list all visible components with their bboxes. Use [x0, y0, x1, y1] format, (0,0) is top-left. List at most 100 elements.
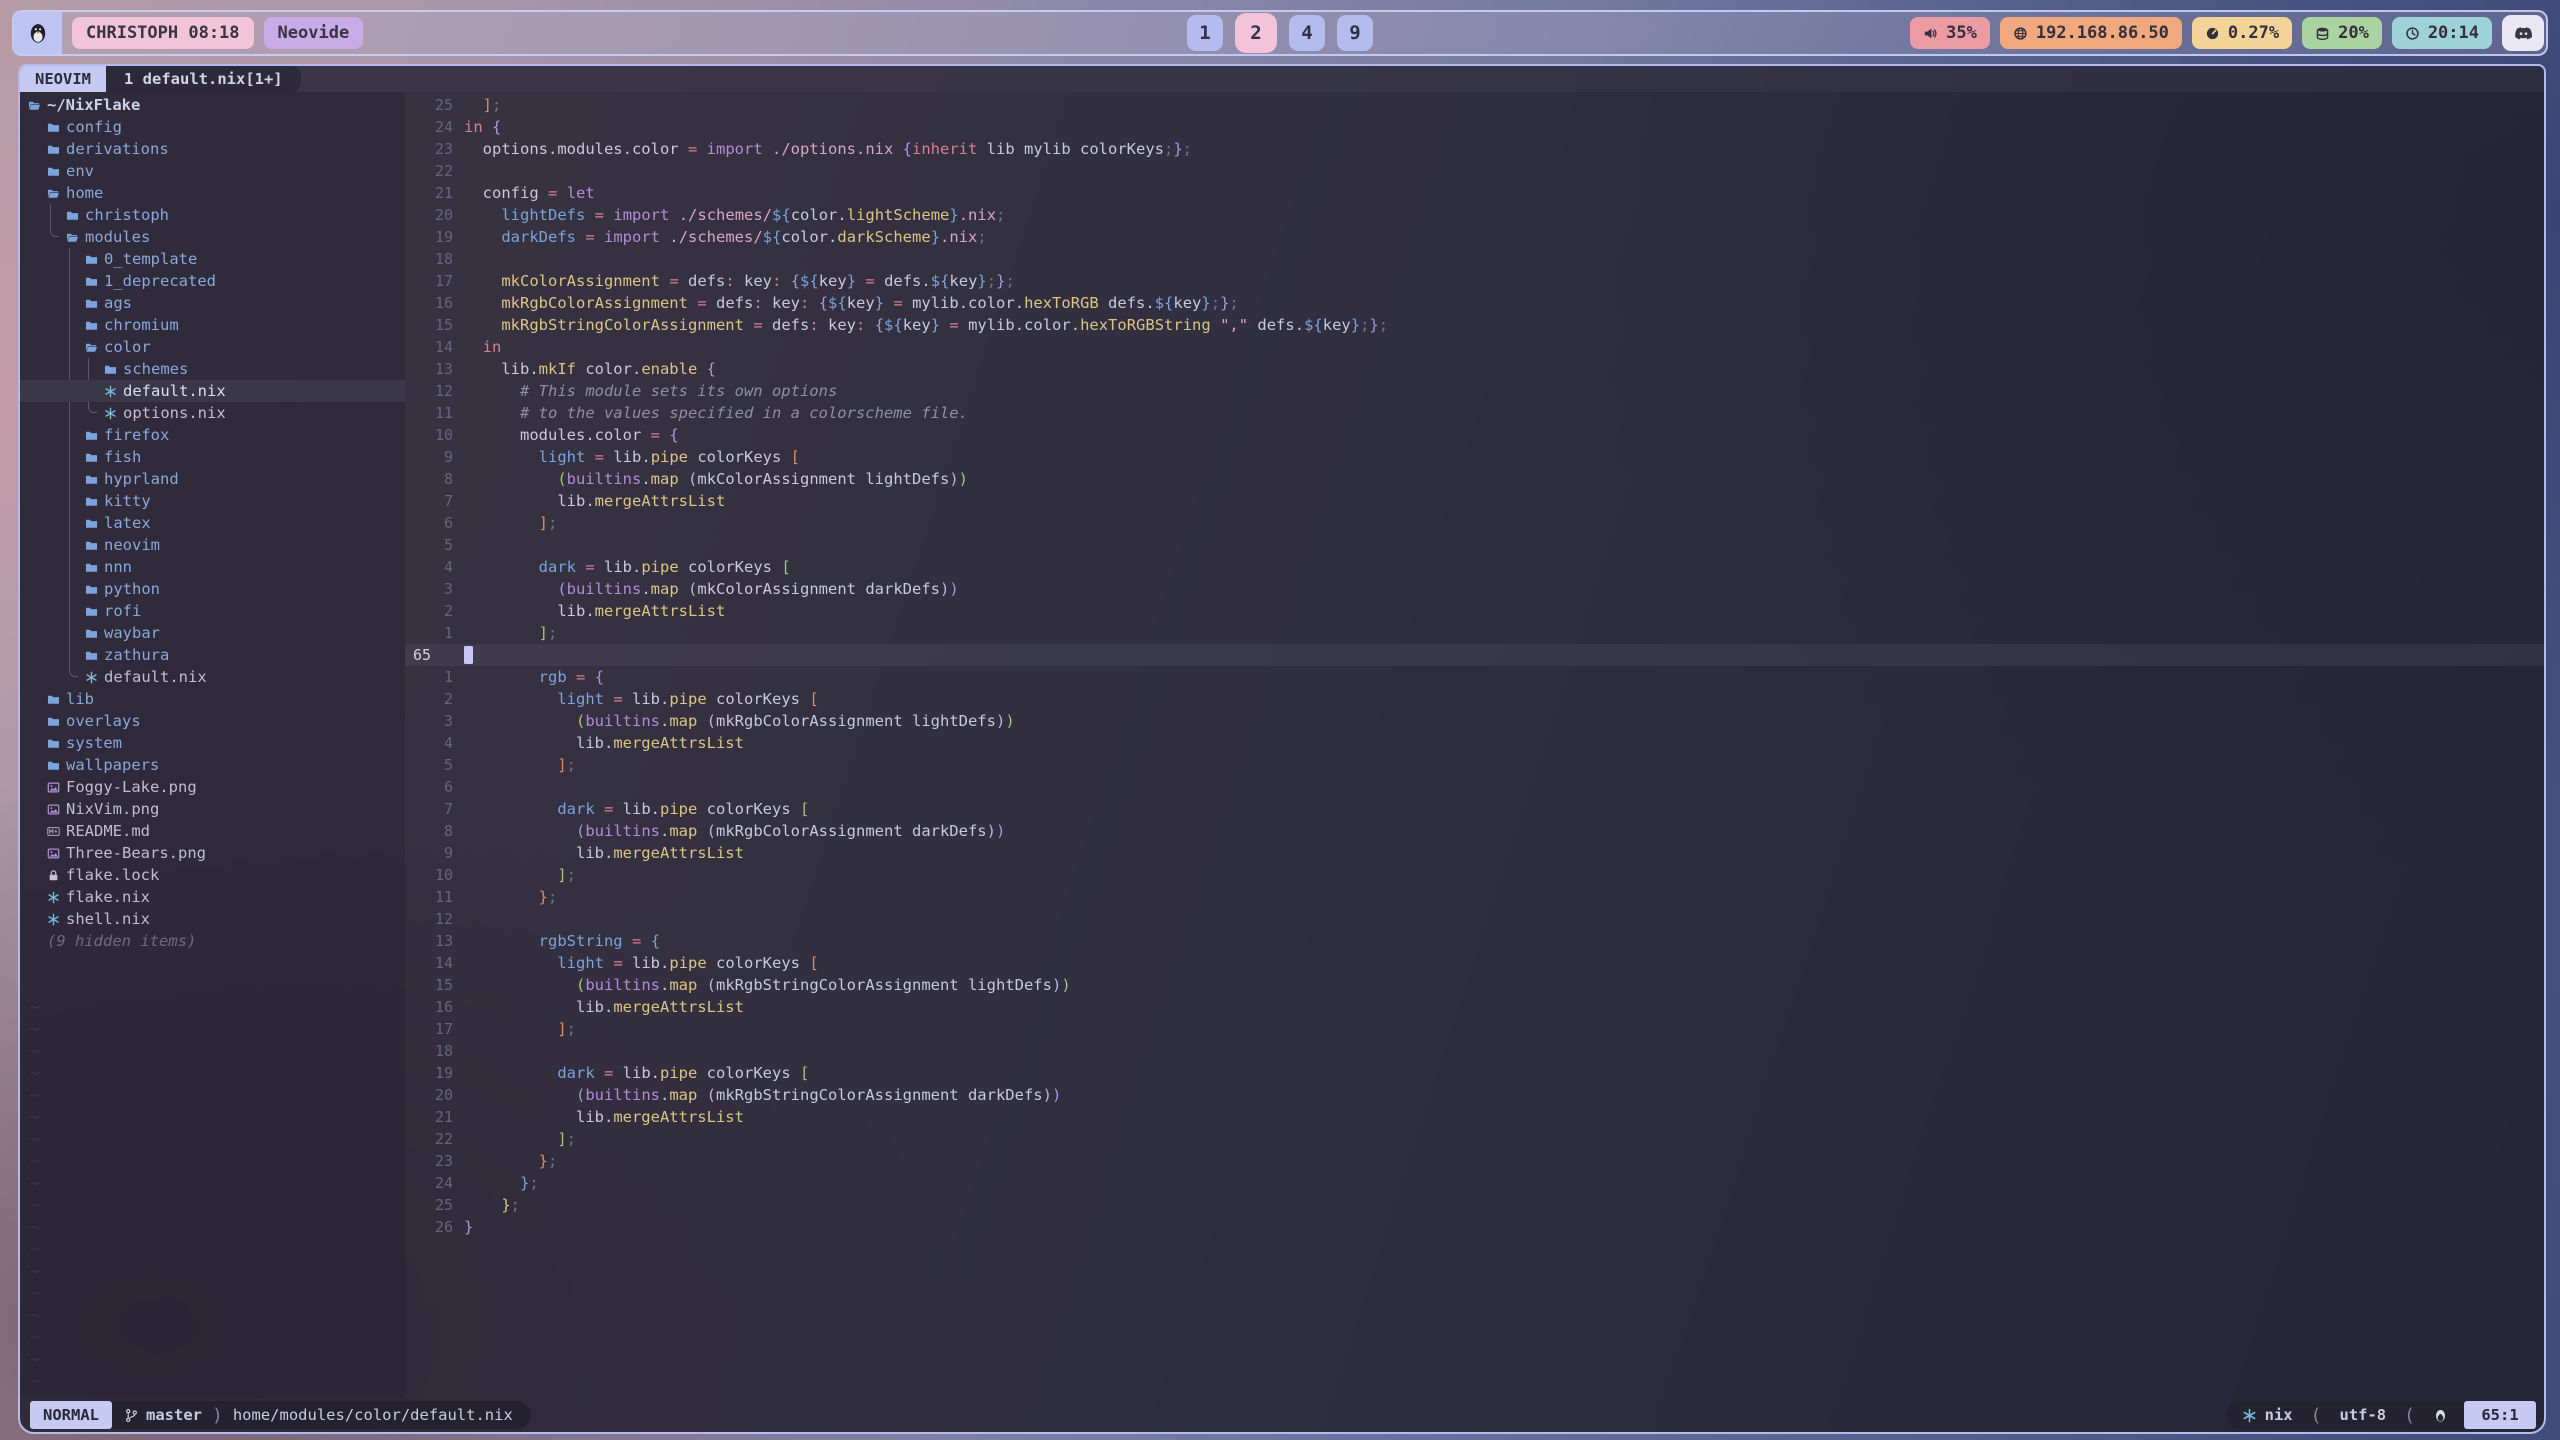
code-line[interactable]: 20 (builtins.map (mkRgbStringColorAssign…: [405, 1084, 2544, 1106]
code-line[interactable]: 3 (builtins.map (mkColorAssignment darkD…: [405, 578, 2544, 600]
code-line[interactable]: 15 (builtins.map (mkRgbStringColorAssign…: [405, 974, 2544, 996]
code-line[interactable]: 1 rgb = {: [405, 666, 2544, 688]
stat-network[interactable]: 192.168.86.50: [2000, 17, 2182, 49]
active-app-chip[interactable]: Neovide: [264, 17, 364, 49]
code-line[interactable]: 5 ];: [405, 754, 2544, 776]
tree-item-env[interactable]: env: [20, 160, 405, 182]
tree-item-lib[interactable]: lib: [20, 688, 405, 710]
tree-item-firefox[interactable]: firefox: [20, 424, 405, 446]
tree-item-0-template[interactable]: 0_template: [20, 248, 405, 270]
code-line[interactable]: 6: [405, 776, 2544, 798]
tree-item-wallpapers[interactable]: wallpapers: [20, 754, 405, 776]
code-line[interactable]: 2 lib.mergeAttrsList: [405, 600, 2544, 622]
code-line[interactable]: 17 ];: [405, 1018, 2544, 1040]
tree-item-derivations[interactable]: derivations: [20, 138, 405, 160]
tree-item-fish[interactable]: fish: [20, 446, 405, 468]
code-line[interactable]: 6 ];: [405, 512, 2544, 534]
code-line[interactable]: 4 dark = lib.pipe colorKeys [: [405, 556, 2544, 578]
code-line[interactable]: 17 mkColorAssignment = defs: key: {${key…: [405, 270, 2544, 292]
code-line[interactable]: 14 light = lib.pipe colorKeys [: [405, 952, 2544, 974]
tree-item-nixvim-png[interactable]: NixVim.png: [20, 798, 405, 820]
tree-item-flake-lock[interactable]: flake.lock: [20, 864, 405, 886]
code-line[interactable]: 14 in: [405, 336, 2544, 358]
tree-item-chromium[interactable]: chromium: [20, 314, 405, 336]
tree-item-neovim[interactable]: neovim: [20, 534, 405, 556]
code-line[interactable]: 26}: [405, 1216, 2544, 1238]
code-line[interactable]: 18: [405, 248, 2544, 270]
tree-item-9-hidden-items[interactable]: (9 hidden items): [20, 930, 405, 952]
discord-tray-chip[interactable]: [2502, 15, 2544, 51]
tree-item-hyprland[interactable]: hyprland: [20, 468, 405, 490]
code-line[interactable]: 10 ];: [405, 864, 2544, 886]
tree-item-latex[interactable]: latex: [20, 512, 405, 534]
workspace-9[interactable]: 9: [1337, 15, 1373, 51]
tree-item-config[interactable]: config: [20, 116, 405, 138]
os-logo-chip[interactable]: [14, 12, 62, 54]
workspace-4[interactable]: 4: [1289, 15, 1325, 51]
code-line[interactable]: 11 # to the values specified in a colors…: [405, 402, 2544, 424]
tree-item-kitty[interactable]: kitty: [20, 490, 405, 512]
git-branch[interactable]: master: [124, 1406, 202, 1424]
tree-item-schemes[interactable]: schemes: [20, 358, 405, 380]
code-line[interactable]: 9 light = lib.pipe colorKeys [: [405, 446, 2544, 468]
stat-disk[interactable]: 20%: [2302, 17, 2382, 49]
tree-item-1-deprecated[interactable]: 1_deprecated: [20, 270, 405, 292]
tree-item-options-nix[interactable]: options.nix: [20, 402, 405, 424]
code-line[interactable]: 12: [405, 908, 2544, 930]
code-line[interactable]: 7 dark = lib.pipe colorKeys [: [405, 798, 2544, 820]
code-line[interactable]: 13 lib.mkIf color.enable {: [405, 358, 2544, 380]
code-line[interactable]: 19 darkDefs = import ./schemes/${color.d…: [405, 226, 2544, 248]
code-line[interactable]: 11 };: [405, 886, 2544, 908]
code-line[interactable]: 16 mkRgbColorAssignment = defs: key: {${…: [405, 292, 2544, 314]
code-line[interactable]: 22: [405, 160, 2544, 182]
code-line[interactable]: 24in {: [405, 116, 2544, 138]
tree-item-nnn[interactable]: nnn: [20, 556, 405, 578]
code-line[interactable]: 10 modules.color = {: [405, 424, 2544, 446]
code-line[interactable]: 9 lib.mergeAttrsList: [405, 842, 2544, 864]
code-line[interactable]: 15 mkRgbStringColorAssignment = defs: ke…: [405, 314, 2544, 336]
code-line[interactable]: 3 (builtins.map (mkRgbColorAssignment li…: [405, 710, 2544, 732]
code-line[interactable]: 4 lib.mergeAttrsList: [405, 732, 2544, 754]
tab-default-nix[interactable]: 1 default.nix[1+]: [106, 66, 301, 92]
stat-cpu[interactable]: 0.27%: [2192, 17, 2292, 49]
tree-item-waybar[interactable]: waybar: [20, 622, 405, 644]
code-line[interactable]: 7 lib.mergeAttrsList: [405, 490, 2544, 512]
stat-clock[interactable]: 20:14: [2392, 17, 2492, 49]
tree-item-foggy-lake-png[interactable]: Foggy-Lake.png: [20, 776, 405, 798]
code-line[interactable]: 16 lib.mergeAttrsList: [405, 996, 2544, 1018]
tree-item-modules[interactable]: modules: [20, 226, 405, 248]
code-line[interactable]: 21 config = let: [405, 182, 2544, 204]
code-line[interactable]: 25 ];: [405, 94, 2544, 116]
code-line[interactable]: 13 rgbString = {: [405, 930, 2544, 952]
tree-item-default-nix[interactable]: default.nix: [20, 380, 405, 402]
code-line[interactable]: 18: [405, 1040, 2544, 1062]
tree-item-shell-nix[interactable]: shell.nix: [20, 908, 405, 930]
tree-item-christoph[interactable]: christoph: [20, 204, 405, 226]
code-line[interactable]: 5: [405, 534, 2544, 556]
tree-item-readme-md[interactable]: README.md: [20, 820, 405, 842]
tree-item-home[interactable]: home: [20, 182, 405, 204]
tree-item-color[interactable]: color: [20, 336, 405, 358]
code-line[interactable]: 12 # This module sets its own options: [405, 380, 2544, 402]
workspace-1[interactable]: 1: [1187, 15, 1223, 51]
tree-item-ags[interactable]: ags: [20, 292, 405, 314]
tree-item-rofi[interactable]: rofi: [20, 600, 405, 622]
tree-item-default-nix[interactable]: default.nix: [20, 666, 405, 688]
tree-item-overlays[interactable]: overlays: [20, 710, 405, 732]
code-line[interactable]: 65: [405, 644, 2544, 666]
code-line[interactable]: 20 lightDefs = import ./schemes/${color.…: [405, 204, 2544, 226]
tree-item-three-bears-png[interactable]: Three-Bears.png: [20, 842, 405, 864]
code-line[interactable]: 22 ];: [405, 1128, 2544, 1150]
code-line[interactable]: 24 };: [405, 1172, 2544, 1194]
code-line[interactable]: 23 };: [405, 1150, 2544, 1172]
tree-item-flake-nix[interactable]: flake.nix: [20, 886, 405, 908]
code-line[interactable]: 25 };: [405, 1194, 2544, 1216]
tree-item-python[interactable]: python: [20, 578, 405, 600]
code-line[interactable]: 23 options.modules.color = import ./opti…: [405, 138, 2544, 160]
tree-item-zathura[interactable]: zathura: [20, 644, 405, 666]
tree-item-nixflake[interactable]: ~/NixFlake: [20, 94, 405, 116]
tree-item-system[interactable]: system: [20, 732, 405, 754]
code-line[interactable]: 21 lib.mergeAttrsList: [405, 1106, 2544, 1128]
code-line[interactable]: 2 light = lib.pipe colorKeys [: [405, 688, 2544, 710]
code-line[interactable]: 8 (builtins.map (mkColorAssignment light…: [405, 468, 2544, 490]
